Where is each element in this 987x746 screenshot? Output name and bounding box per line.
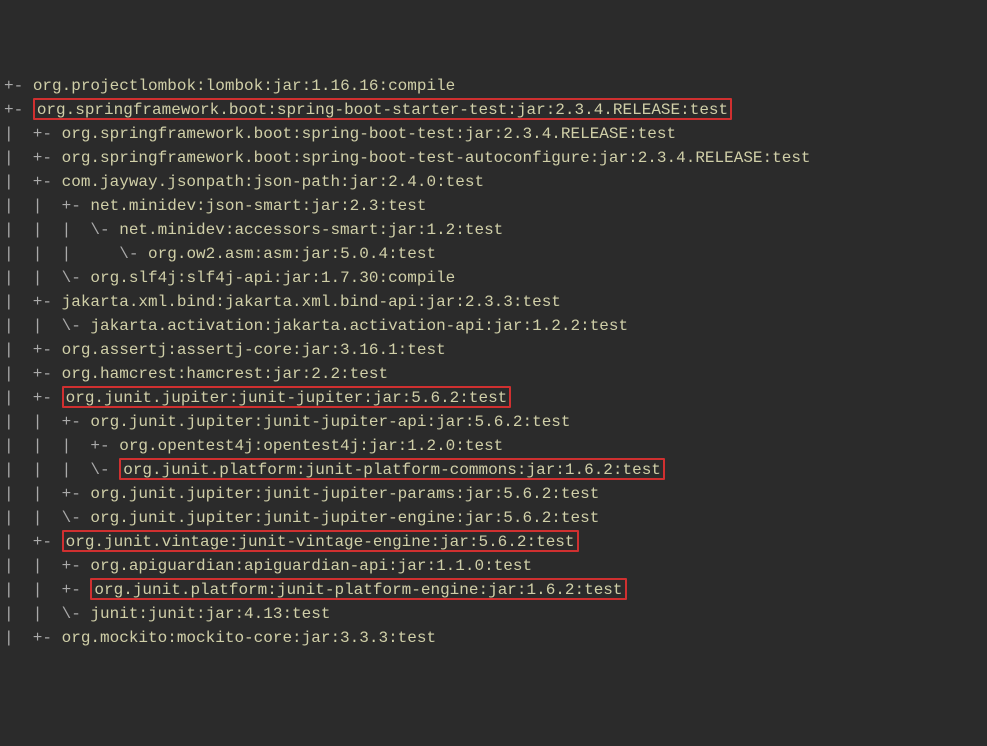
tree-prefix: | | +- <box>4 485 90 503</box>
tree-prefix: | +- <box>4 125 62 143</box>
dependency-highlighted: org.junit.jupiter:junit-jupiter:jar:5.6.… <box>62 386 512 408</box>
dependency-text: org.slf4j:slf4j-api:jar:1.7.30:compile <box>90 269 455 287</box>
dependency-line: | +- org.springframework.boot:spring-boo… <box>4 146 983 170</box>
tree-prefix: | | +- <box>4 413 90 431</box>
dependency-line: | | | +- org.opentest4j:opentest4j:jar:1… <box>4 434 983 458</box>
dependency-text: junit:junit:jar:4.13:test <box>90 605 330 623</box>
dependency-text: jakarta.activation:jakarta.activation-ap… <box>90 317 628 335</box>
tree-prefix: | | | \- <box>4 245 148 263</box>
dependency-text: org.opentest4j:opentest4j:jar:1.2.0:test <box>119 437 503 455</box>
tree-prefix: | | +- <box>4 581 90 599</box>
dependency-text: org.ow2.asm:asm:jar:5.0.4:test <box>148 245 436 263</box>
dependency-line: | +- org.hamcrest:hamcrest:jar:2.2:test <box>4 362 983 386</box>
dependency-text: org.apiguardian:apiguardian-api:jar:1.1.… <box>90 557 532 575</box>
tree-prefix: | | \- <box>4 605 90 623</box>
dependency-line: | | \- org.junit.jupiter:junit-jupiter-e… <box>4 506 983 530</box>
tree-prefix: | | \- <box>4 269 90 287</box>
dependency-highlighted: org.junit.platform:junit-platform-common… <box>119 458 665 480</box>
dependency-text: com.jayway.jsonpath:json-path:jar:2.4.0:… <box>62 173 484 191</box>
dependency-line: | +- jakarta.xml.bind:jakarta.xml.bind-a… <box>4 290 983 314</box>
tree-prefix: +- <box>4 101 33 119</box>
tree-prefix: +- <box>4 77 33 95</box>
dependency-text: org.assertj:assertj-core:jar:3.16.1:test <box>62 341 446 359</box>
dependency-line: +- org.projectlombok:lombok:jar:1.16.16:… <box>4 74 983 98</box>
dependency-text: org.springframework.boot:spring-boot-tes… <box>62 125 677 143</box>
tree-prefix: | +- <box>4 173 62 191</box>
dependency-line: | | \- junit:junit:jar:4.13:test <box>4 602 983 626</box>
tree-prefix: | +- <box>4 533 62 551</box>
dependency-line: +- org.springframework.boot:spring-boot-… <box>4 98 983 122</box>
tree-prefix: | +- <box>4 149 62 167</box>
dependency-line: | | | \- net.minidev:accessors-smart:jar… <box>4 218 983 242</box>
dependency-highlighted: org.junit.platform:junit-platform-engine… <box>90 578 626 600</box>
dependency-line: | | \- org.slf4j:slf4j-api:jar:1.7.30:co… <box>4 266 983 290</box>
dependency-line: | +- org.junit.vintage:junit-vintage-eng… <box>4 530 983 554</box>
dependency-line: | | +- org.junit.jupiter:junit-jupiter-p… <box>4 482 983 506</box>
dependency-line: | | | \- org.ow2.asm:asm:jar:5.0.4:test <box>4 242 983 266</box>
dependency-tree: +- org.projectlombok:lombok:jar:1.16.16:… <box>4 74 983 650</box>
tree-prefix: | +- <box>4 365 62 383</box>
tree-prefix: | | +- <box>4 557 90 575</box>
dependency-line: | | \- jakarta.activation:jakarta.activa… <box>4 314 983 338</box>
dependency-line: | | +- org.apiguardian:apiguardian-api:j… <box>4 554 983 578</box>
tree-prefix: | | \- <box>4 317 90 335</box>
dependency-text: org.junit.jupiter:junit-jupiter-engine:j… <box>90 509 599 527</box>
dependency-line: | +- org.assertj:assertj-core:jar:3.16.1… <box>4 338 983 362</box>
dependency-text: jakarta.xml.bind:jakarta.xml.bind-api:ja… <box>62 293 561 311</box>
dependency-line: | | | \- org.junit.platform:junit-platfo… <box>4 458 983 482</box>
dependency-highlighted: org.junit.vintage:junit-vintage-engine:j… <box>62 530 579 552</box>
tree-prefix: | +- <box>4 389 62 407</box>
tree-prefix: | | +- <box>4 197 90 215</box>
dependency-text: org.hamcrest:hamcrest:jar:2.2:test <box>62 365 388 383</box>
tree-prefix: | | | \- <box>4 461 119 479</box>
dependency-text: org.junit.jupiter:junit-jupiter-api:jar:… <box>90 413 570 431</box>
tree-prefix: | | \- <box>4 509 90 527</box>
dependency-line: | | +- org.junit.platform:junit-platform… <box>4 578 983 602</box>
dependency-highlighted: org.springframework.boot:spring-boot-sta… <box>33 98 732 120</box>
dependency-text: org.projectlombok:lombok:jar:1.16.16:com… <box>33 77 455 95</box>
dependency-line: | +- org.springframework.boot:spring-boo… <box>4 122 983 146</box>
dependency-text: net.minidev:json-smart:jar:2.3:test <box>90 197 426 215</box>
dependency-line: | +- org.mockito:mockito-core:jar:3.3.3:… <box>4 626 983 650</box>
dependency-line: | | +- net.minidev:json-smart:jar:2.3:te… <box>4 194 983 218</box>
tree-prefix: | | | +- <box>4 437 119 455</box>
dependency-text: org.springframework.boot:spring-boot-tes… <box>62 149 811 167</box>
dependency-text: org.mockito:mockito-core:jar:3.3.3:test <box>62 629 436 647</box>
tree-prefix: | +- <box>4 629 62 647</box>
dependency-text: org.junit.jupiter:junit-jupiter-params:j… <box>90 485 599 503</box>
dependency-line: | +- org.junit.jupiter:junit-jupiter:jar… <box>4 386 983 410</box>
tree-prefix: | +- <box>4 293 62 311</box>
tree-prefix: | +- <box>4 341 62 359</box>
tree-prefix: | | | \- <box>4 221 119 239</box>
dependency-text: net.minidev:accessors-smart:jar:1.2:test <box>119 221 503 239</box>
dependency-line: | +- com.jayway.jsonpath:json-path:jar:2… <box>4 170 983 194</box>
dependency-line: | | +- org.junit.jupiter:junit-jupiter-a… <box>4 410 983 434</box>
